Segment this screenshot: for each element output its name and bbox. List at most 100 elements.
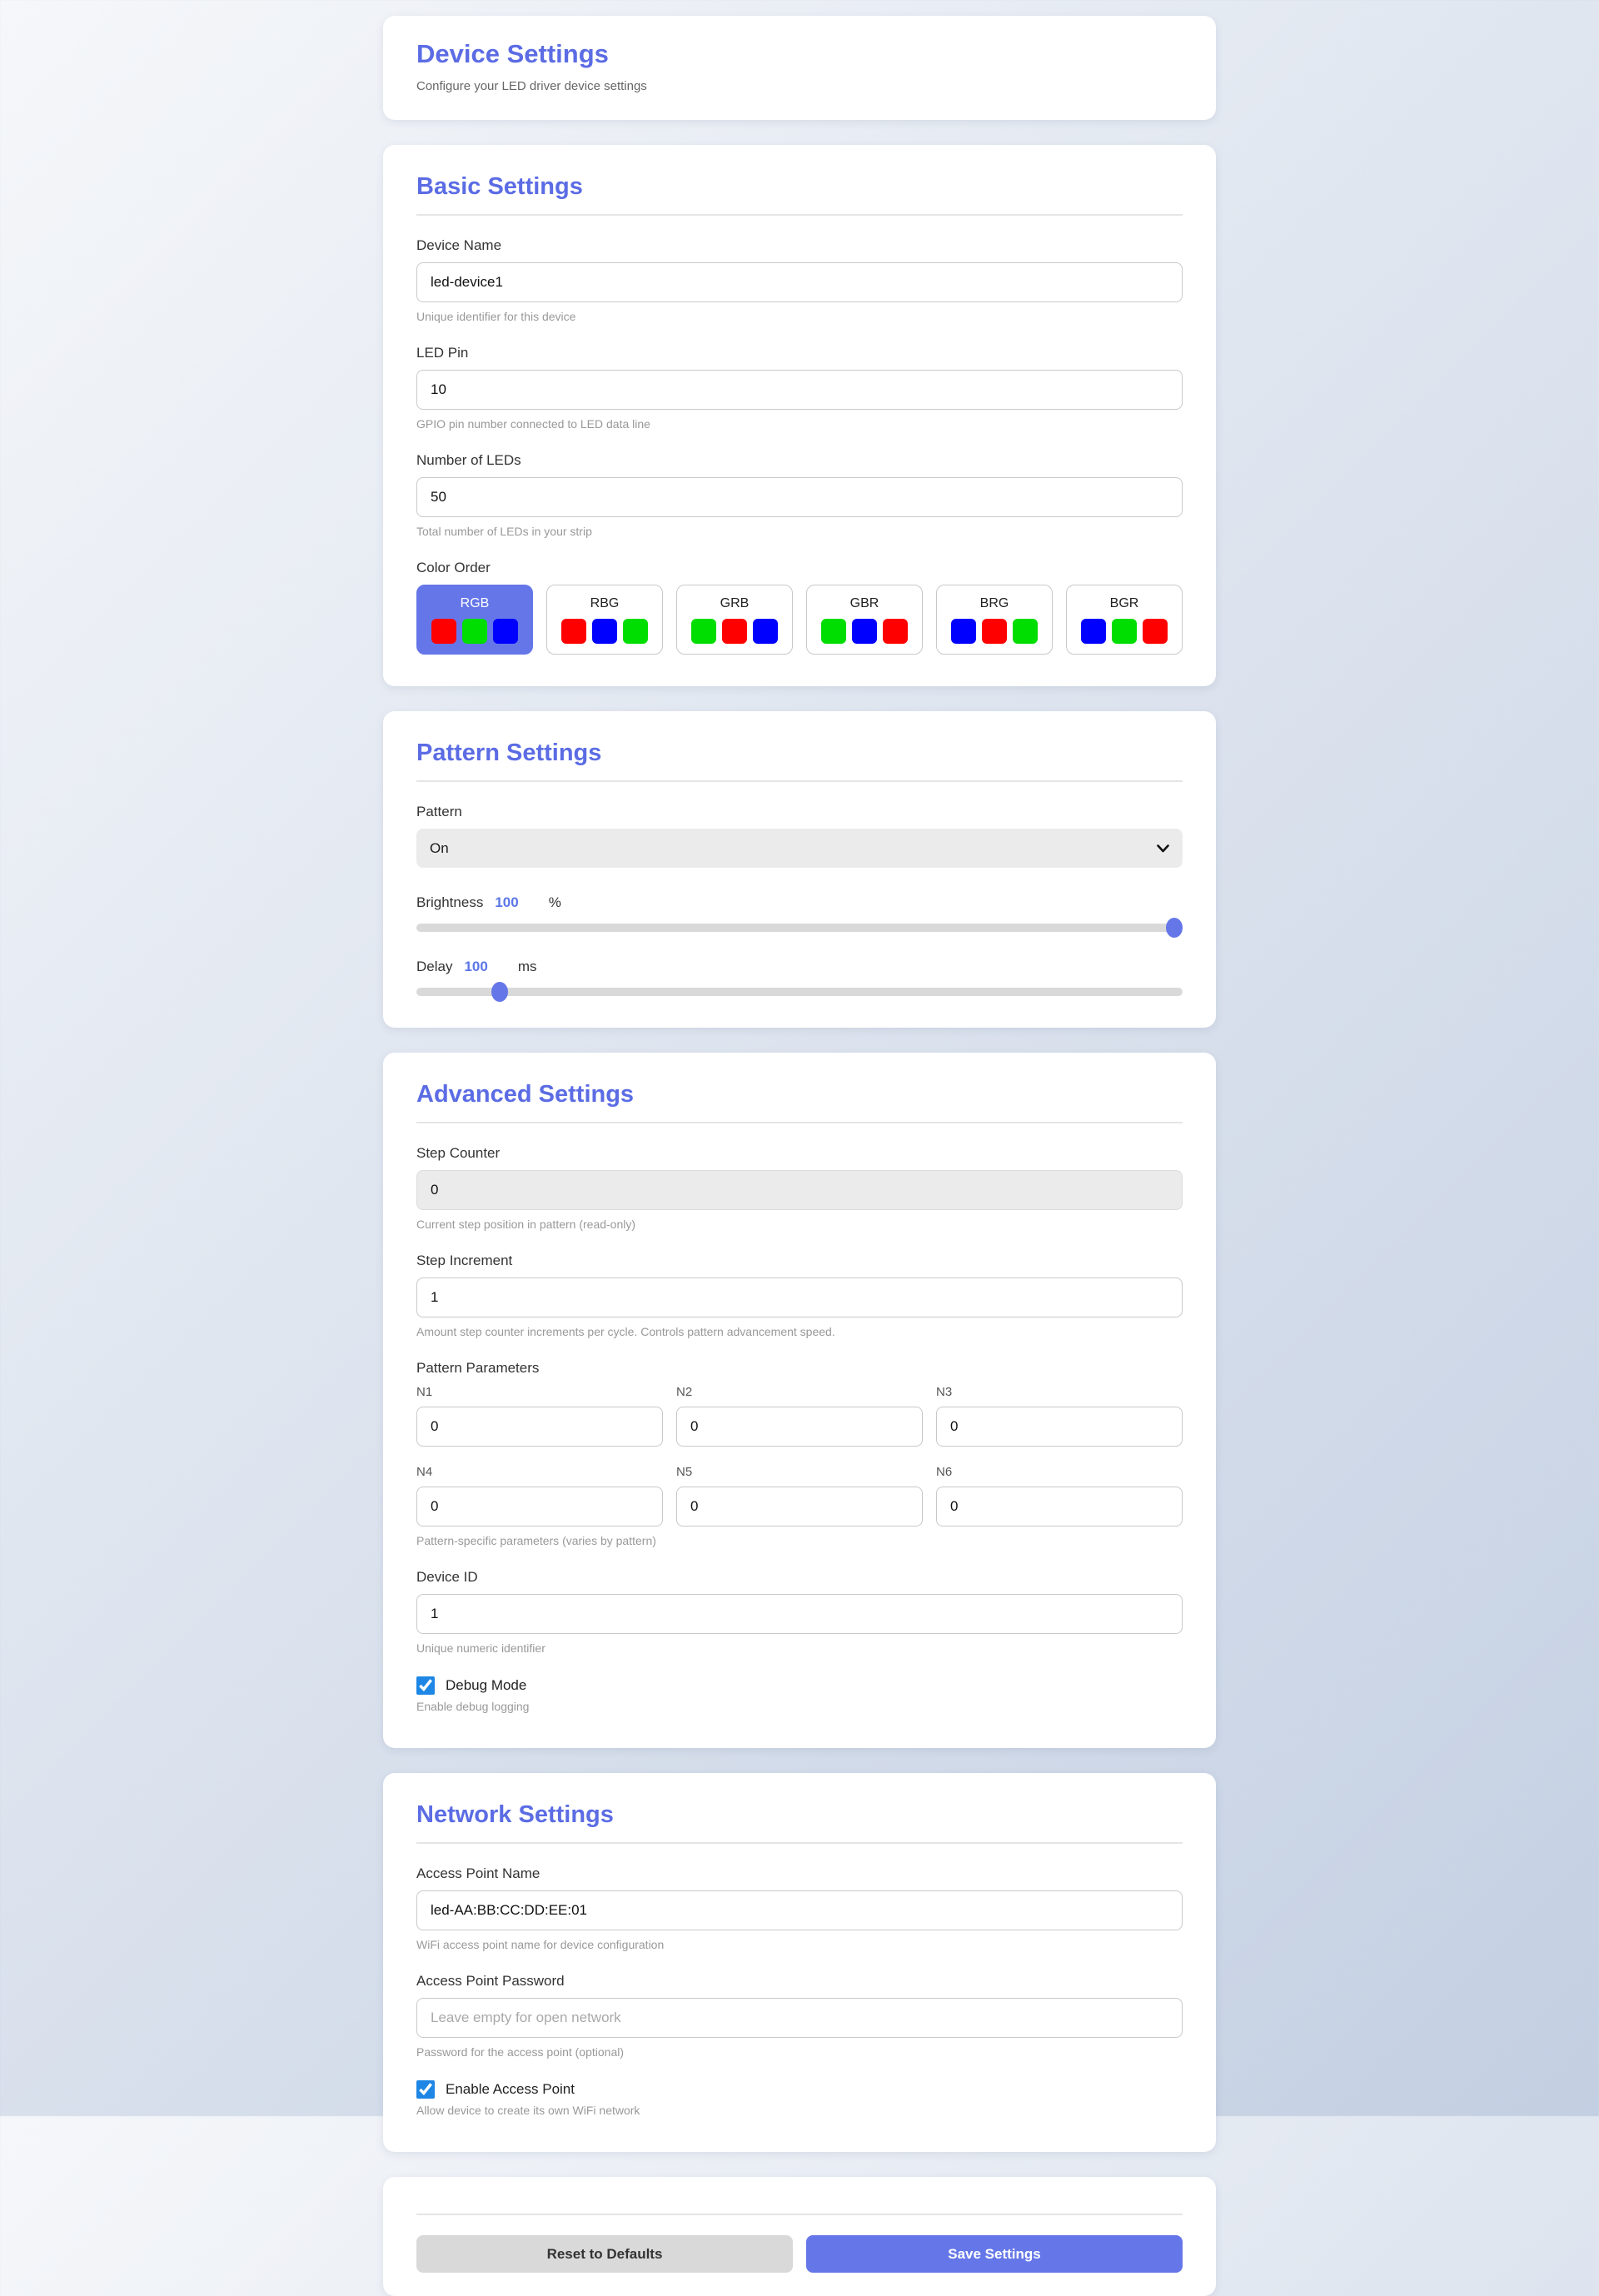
step-increment-input[interactable]: [416, 1277, 1183, 1317]
color-swatches: [691, 619, 778, 644]
param-input-n3[interactable]: [936, 1407, 1183, 1447]
pattern-settings-card: Pattern Settings Pattern On Brightness 1…: [383, 711, 1216, 1028]
num-leds-input[interactable]: [416, 477, 1183, 517]
brightness-slider[interactable]: [416, 924, 1183, 932]
param-label: N1: [416, 1385, 663, 1399]
ap-name-label: Access Point Name: [416, 1865, 1183, 1882]
color-order-button-rgb[interactable]: RGB: [416, 585, 533, 655]
section-divider: [416, 1122, 1183, 1123]
led-pin-input[interactable]: [416, 370, 1183, 410]
param-input-n6[interactable]: [936, 1487, 1183, 1527]
color-swatch: [1112, 619, 1137, 644]
device-id-input[interactable]: [416, 1594, 1183, 1634]
save-status: [416, 2207, 1183, 2214]
brightness-unit: %: [549, 894, 561, 911]
num-leds-helper: Total number of LEDs in your strip: [416, 525, 1183, 538]
device-name-field: Device Name Unique identifier for this d…: [416, 237, 1183, 323]
pattern-label: Pattern: [416, 804, 1183, 820]
param-input-n4[interactable]: [416, 1487, 663, 1527]
color-order-button-brg[interactable]: BRG: [936, 585, 1053, 655]
param-cell-n4: N4: [416, 1465, 663, 1527]
color-swatch: [982, 619, 1007, 644]
ap-name-input[interactable]: [416, 1890, 1183, 1930]
color-order-button-grb[interactable]: GRB: [676, 585, 793, 655]
device-name-label: Device Name: [416, 237, 1183, 254]
color-order-label: Color Order: [416, 560, 1183, 576]
pattern-params-helper: Pattern-specific parameters (varies by p…: [416, 1534, 1183, 1547]
color-order-group: RGB RBG GRB GBR BRGBGR: [416, 585, 1183, 655]
color-order-option-label: GRB: [720, 596, 750, 611]
brightness-label: Brightness: [416, 894, 483, 911]
enable-ap-checkbox[interactable]: [416, 2080, 435, 2099]
ap-password-label: Access Point Password: [416, 1973, 1183, 1990]
enable-ap-helper: Allow device to create its own WiFi netw…: [416, 2104, 1183, 2117]
param-input-n2[interactable]: [676, 1407, 923, 1447]
basic-settings-title: Basic Settings: [416, 173, 1183, 201]
led-pin-helper: GPIO pin number connected to LED data li…: [416, 417, 1183, 431]
device-id-field: Device ID Unique numeric identifier: [416, 1569, 1183, 1655]
brightness-value[interactable]: 100: [495, 894, 518, 911]
ap-name-field: Access Point Name WiFi access point name…: [416, 1865, 1183, 1951]
num-leds-label: Number of LEDs: [416, 452, 1183, 469]
color-order-button-gbr[interactable]: GBR: [806, 585, 923, 655]
settings-page: Device Settings Configure your LED drive…: [383, 0, 1216, 2296]
device-name-input[interactable]: [416, 262, 1183, 302]
brightness-field: Brightness 100 %: [416, 894, 1183, 932]
enable-ap-label: Enable Access Point: [446, 2081, 575, 2098]
step-counter-field: Step Counter Current step position in pa…: [416, 1145, 1183, 1231]
device-name-helper: Unique identifier for this device: [416, 310, 1183, 323]
color-swatch: [462, 619, 487, 644]
step-increment-label: Step Increment: [416, 1253, 1183, 1269]
advanced-settings-title: Advanced Settings: [416, 1081, 1183, 1108]
page-title: Device Settings: [416, 39, 1183, 69]
color-order-option-label: RGB: [461, 596, 490, 611]
color-swatches: [821, 619, 908, 644]
section-divider: [416, 1842, 1183, 1844]
step-increment-helper: Amount step counter increments per cycle…: [416, 1325, 1183, 1338]
color-swatch: [883, 619, 908, 644]
color-swatch: [821, 619, 846, 644]
color-swatch: [431, 619, 456, 644]
advanced-settings-card: Advanced Settings Step Counter Current s…: [383, 1053, 1216, 1748]
param-label: N6: [936, 1465, 1183, 1479]
footer-divider: [416, 2214, 1183, 2215]
color-swatch: [753, 619, 778, 644]
color-order-button-bgr[interactable]: BGR: [1066, 585, 1183, 655]
save-settings-button[interactable]: Save Settings: [806, 2235, 1183, 2273]
pattern-field: Pattern On: [416, 804, 1183, 868]
step-increment-field: Step Increment Amount step counter incre…: [416, 1253, 1183, 1338]
color-swatch: [1143, 619, 1168, 644]
delay-field: Delay 100 ms: [416, 959, 1183, 996]
color-swatch: [852, 619, 877, 644]
color-order-button-rbg[interactable]: RBG: [546, 585, 663, 655]
param-input-n5[interactable]: [676, 1487, 923, 1527]
pattern-select[interactable]: On: [416, 829, 1183, 868]
basic-settings-card: Basic Settings Device Name Unique identi…: [383, 145, 1216, 686]
step-counter-input: [416, 1170, 1183, 1210]
header-card: Device Settings Configure your LED drive…: [383, 16, 1216, 120]
ap-password-helper: Password for the access point (optional): [416, 2045, 1183, 2059]
reset-defaults-button[interactable]: Reset to Defaults: [416, 2235, 793, 2273]
ap-name-helper: WiFi access point name for device config…: [416, 1938, 1183, 1951]
param-cell-n3: N3: [936, 1385, 1183, 1447]
param-cell-n5: N5: [676, 1465, 923, 1527]
color-swatches: [431, 619, 518, 644]
num-leds-field: Number of LEDs Total number of LEDs in y…: [416, 452, 1183, 538]
param-input-n1[interactable]: [416, 1407, 663, 1447]
network-settings-card: Network Settings Access Point Name WiFi …: [383, 1773, 1216, 2152]
color-order-option-label: GBR: [850, 596, 879, 611]
color-swatch: [561, 619, 586, 644]
page-subtitle: Configure your LED driver device setting…: [416, 79, 1183, 93]
color-order-field: Color Order RGB RBG GRB GBR BRGBGR: [416, 560, 1183, 655]
param-label: N3: [936, 1385, 1183, 1399]
debug-mode-label: Debug Mode: [446, 1677, 526, 1694]
step-counter-label: Step Counter: [416, 1145, 1183, 1162]
debug-mode-helper: Enable debug logging: [416, 1700, 1183, 1713]
ap-password-input[interactable]: [416, 1998, 1183, 2038]
delay-value[interactable]: 100: [464, 959, 487, 975]
color-swatches: [1081, 619, 1168, 644]
ap-password-field: Access Point Password Password for the a…: [416, 1973, 1183, 2059]
delay-slider[interactable]: [416, 988, 1183, 996]
debug-mode-checkbox[interactable]: [416, 1676, 435, 1695]
enable-ap-field: Enable Access Point Allow device to crea…: [416, 2080, 1183, 2117]
